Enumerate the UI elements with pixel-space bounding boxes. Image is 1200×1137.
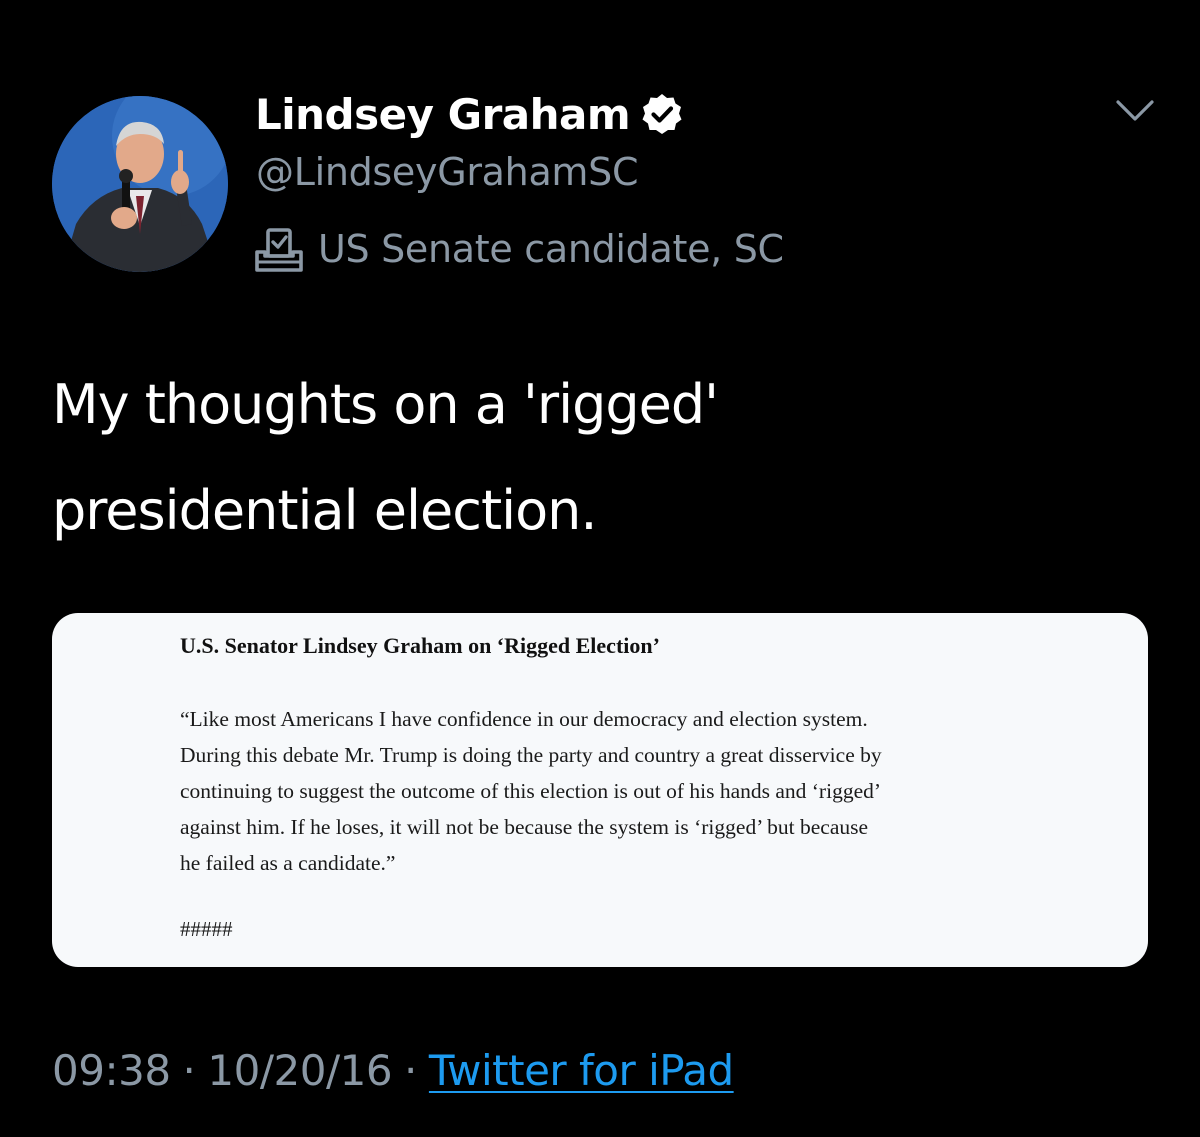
tweet-time[interactable]: 09:38 [52,1046,171,1095]
verified-badge-icon [642,94,682,134]
tweet-metadata: 09:38 · 10/20/16 · Twitter for iPad [52,1046,734,1095]
attached-image[interactable]: U.S. Senator Lindsey Graham on ‘Rigged E… [52,613,1148,967]
tweet-text: My thoughts on a 'rigged' presidential e… [52,373,719,542]
avatar[interactable] [52,96,228,272]
tweet-detail: Lindsey Graham @LindseyGrahamSC US Senat… [0,0,1200,1137]
document-end-mark: ##### [180,917,233,941]
author-label-text: US Senate candidate, SC [318,227,784,271]
document-line: During this debate Mr. Trump is doing th… [180,743,882,767]
person-with-microphone-photo [52,96,228,272]
meta-separator: · [404,1046,417,1095]
tweet-date[interactable]: 10/20/16 [207,1046,392,1095]
source-link[interactable]: Twitter for iPad [429,1046,734,1095]
document-line: continuing to suggest the outcome of thi… [180,779,882,803]
document-body: “Like most Americans I have confidence i… [180,701,1060,881]
document-line: he failed as a candidate.” [180,851,396,875]
author-name-row[interactable]: Lindsey Graham [255,86,684,142]
chevron-down-icon[interactable] [1114,96,1156,126]
document-line: against him. If he loses, it will not be… [180,815,869,839]
author-handle[interactable]: @LindseyGrahamSC [256,150,639,194]
document-line: “Like most Americans I have confidence i… [180,707,868,731]
meta-separator: · [182,1046,196,1095]
display-name[interactable]: Lindsey Graham [255,90,631,139]
author-label: US Senate candidate, SC [252,222,784,276]
document-title: U.S. Senator Lindsey Graham on ‘Rigged E… [180,633,660,658]
ballot-box-icon [255,228,303,272]
